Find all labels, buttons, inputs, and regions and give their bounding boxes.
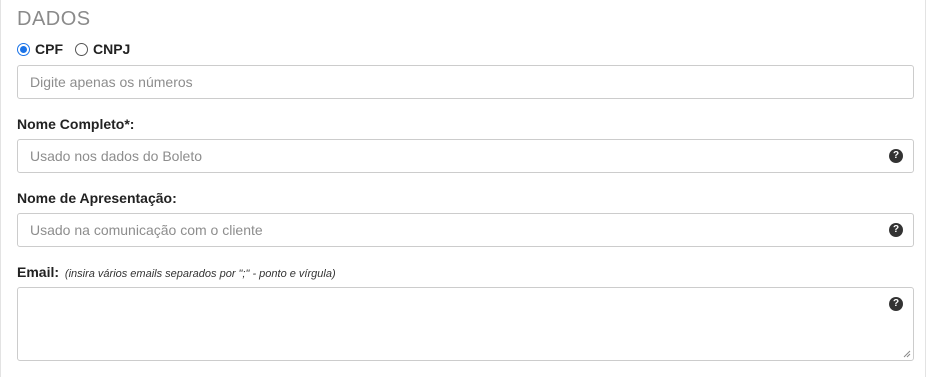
document-number-input[interactable] xyxy=(18,66,913,98)
email-label-text: Email: xyxy=(17,264,60,280)
display-name-field: ? xyxy=(17,213,914,247)
radio-option-cpf[interactable]: CPF xyxy=(17,41,63,57)
full-name-field: ? xyxy=(17,139,914,173)
radio-cpf-checked-icon[interactable] xyxy=(17,42,30,56)
email-field: ? xyxy=(17,287,914,361)
email-textarea[interactable] xyxy=(18,288,913,360)
radio-cnpj-label: CNPJ xyxy=(93,41,131,57)
resize-handle-icon[interactable] xyxy=(903,350,911,358)
question-circle-icon[interactable]: ? xyxy=(889,223,903,237)
form-panel: DADOS CPF CNPJ Nome Completo*: ? Nome de… xyxy=(0,0,926,377)
email-hint: (insira vários emails separados por ";" … xyxy=(64,268,336,280)
full-name-label: Nome Completo*: xyxy=(17,116,134,132)
question-circle-icon[interactable]: ? xyxy=(889,149,903,163)
document-number-field xyxy=(17,65,914,99)
email-label: Email: (insira vários emails separados p… xyxy=(17,264,336,280)
full-name-label-text: Nome Completo*: xyxy=(17,116,135,132)
display-name-label: Nome de Apresentação: xyxy=(17,190,177,206)
radio-cpf-label: CPF xyxy=(35,41,63,57)
document-type-radio-group: CPF CNPJ xyxy=(17,41,142,57)
display-name-input[interactable] xyxy=(18,214,913,246)
display-name-label-text: Nome de Apresentação: xyxy=(17,190,177,206)
section-title: DADOS xyxy=(17,8,91,30)
radio-option-cnpj[interactable]: CNPJ xyxy=(75,41,130,57)
full-name-input[interactable] xyxy=(18,140,913,172)
question-circle-icon[interactable]: ? xyxy=(889,297,903,311)
radio-cnpj-unchecked-icon[interactable] xyxy=(75,42,88,56)
